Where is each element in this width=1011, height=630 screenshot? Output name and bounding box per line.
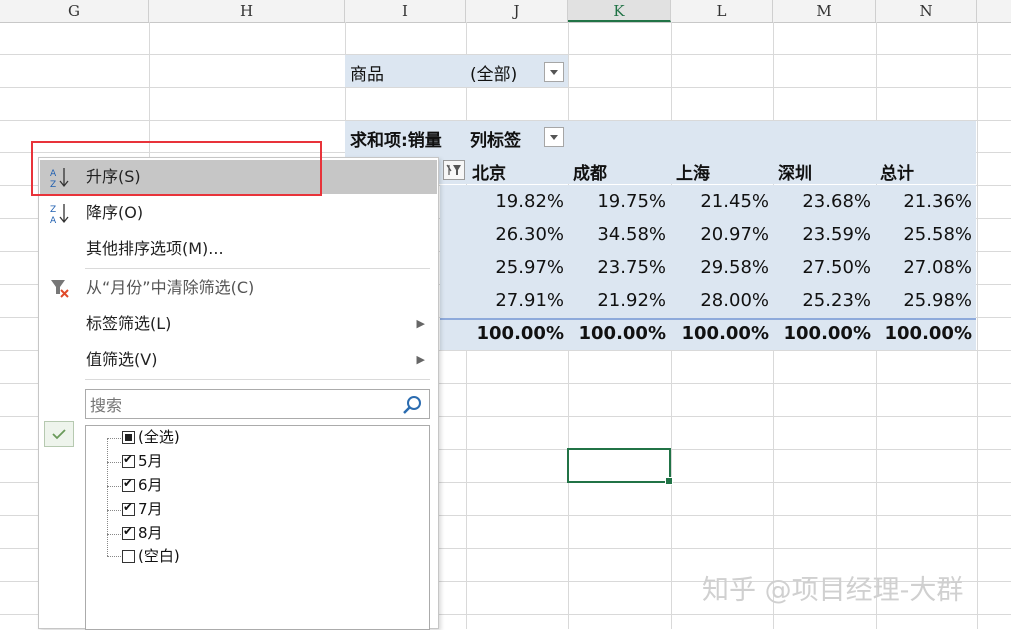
- menu-clear-filter[interactable]: 从“月份”中清除筛选(C): [40, 271, 437, 305]
- table-cell[interactable]: 25.97%: [472, 257, 564, 278]
- menu-separator: [85, 379, 430, 380]
- pivot-column-label: 列标签: [470, 131, 521, 151]
- table-cell[interactable]: 20.97%: [677, 224, 769, 245]
- column-label-dropdown-button[interactable]: [544, 127, 564, 147]
- check-icon: [52, 429, 66, 440]
- total-cell[interactable]: 100.00%: [677, 323, 770, 344]
- header-beijing: 北京: [472, 164, 506, 184]
- table-cell[interactable]: 29.58%: [677, 257, 769, 278]
- table-cell[interactable]: 19.82%: [472, 191, 564, 212]
- month-checkbox[interactable]: [122, 524, 135, 540]
- total-cell[interactable]: 100.00%: [574, 323, 667, 344]
- search-input[interactable]: [88, 392, 392, 418]
- submenu-arrow-icon: ▶: [416, 317, 425, 330]
- clear-filter-icon: [51, 280, 69, 298]
- list-item[interactable]: (全选): [138, 426, 180, 448]
- table-cell[interactable]: 19.75%: [574, 191, 666, 212]
- menu-label-filter-label: 标签筛选(L): [86, 314, 172, 333]
- table-cell[interactable]: 34.58%: [574, 224, 666, 245]
- table-cell[interactable]: 21.36%: [880, 191, 972, 212]
- menu-value-filter-label: 值筛选(V): [86, 350, 158, 369]
- list-item[interactable]: 8月: [138, 522, 163, 544]
- month-checkbox[interactable]: [122, 452, 135, 468]
- submenu-arrow-icon: ▶: [416, 353, 425, 366]
- column-header-m[interactable]: M: [773, 0, 876, 22]
- column-header-n[interactable]: N: [876, 0, 977, 22]
- menu-sort-descending[interactable]: Z A 降序(O): [40, 196, 437, 230]
- header-chengdu: 成都: [573, 164, 607, 184]
- list-item[interactable]: 5月: [138, 450, 163, 472]
- pivot-value-field: 求和项:销量: [350, 131, 442, 151]
- month-checkbox[interactable]: [122, 500, 135, 516]
- header-shanghai: 上海: [676, 164, 710, 184]
- header-shenzhen: 深圳: [778, 164, 812, 184]
- column-header-bar: G H I J K L M N: [0, 0, 1011, 23]
- column-header-h[interactable]: H: [149, 0, 345, 22]
- select-all-checkbox[interactable]: [122, 431, 135, 444]
- list-item[interactable]: (空白): [138, 545, 180, 567]
- menu-sort-descending-label: 降序(O): [86, 203, 144, 222]
- list-item[interactable]: 6月: [138, 474, 163, 496]
- filter-sort-menu: A Z 升序(S) Z A 降序(O) 其他排序选项(M)... 从“月份”中清…: [38, 157, 439, 630]
- total-cell[interactable]: 100.00%: [472, 323, 565, 344]
- menu-value-filter[interactable]: 值筛选(V) ▶: [40, 343, 437, 377]
- table-cell[interactable]: 28.00%: [677, 290, 769, 311]
- search-icon[interactable]: [401, 394, 423, 416]
- blank-checkbox[interactable]: [122, 550, 135, 563]
- sort-descending-icon: Z A: [50, 204, 69, 225]
- pivot-filter-field: 商品: [350, 65, 384, 85]
- filter-item-list: (全选) 5月 6月 7月 8月 (空白): [85, 425, 430, 630]
- table-cell[interactable]: 25.23%: [779, 290, 871, 311]
- column-header-j[interactable]: J: [466, 0, 568, 22]
- table-cell[interactable]: 23.68%: [779, 191, 871, 212]
- table-cell[interactable]: 23.59%: [779, 224, 871, 245]
- table-cell[interactable]: 27.08%: [880, 257, 972, 278]
- column-header-g[interactable]: G: [0, 0, 149, 22]
- month-checkbox[interactable]: [122, 476, 135, 492]
- menu-clear-filter-label: 从“月份”中清除筛选(C): [86, 278, 255, 297]
- column-header-l[interactable]: L: [671, 0, 773, 22]
- table-cell[interactable]: 23.75%: [574, 257, 666, 278]
- table-cell[interactable]: 21.92%: [574, 290, 666, 311]
- menu-more-sort-label: 其他排序选项(M)...: [86, 239, 224, 258]
- svg-text:A: A: [50, 216, 57, 225]
- active-cell-selection[interactable]: [567, 448, 673, 485]
- table-cell[interactable]: 26.30%: [472, 224, 564, 245]
- menu-label-filter[interactable]: 标签筛选(L) ▶: [40, 307, 437, 341]
- table-cell[interactable]: 25.58%: [880, 224, 972, 245]
- highlight-annotation-box: [31, 141, 322, 196]
- svg-text:Z: Z: [50, 205, 56, 215]
- filter-search-box[interactable]: [85, 389, 430, 419]
- column-header-i[interactable]: I: [345, 0, 466, 22]
- total-cell[interactable]: 100.00%: [779, 323, 872, 344]
- table-cell[interactable]: 27.50%: [779, 257, 871, 278]
- table-cell[interactable]: 25.98%: [880, 290, 972, 311]
- watermark: 知乎 @项目经理-大群: [702, 575, 964, 606]
- pivot-filter-value: (全部): [470, 65, 518, 85]
- total-divider: [440, 318, 976, 320]
- apply-check-button[interactable]: [44, 421, 74, 447]
- table-cell[interactable]: 27.91%: [472, 290, 564, 311]
- menu-more-sort-options[interactable]: 其他排序选项(M)...: [40, 232, 437, 266]
- total-cell[interactable]: 100.00%: [880, 323, 973, 344]
- menu-separator: [85, 268, 430, 269]
- list-item[interactable]: 7月: [138, 498, 163, 520]
- header-total: 总计: [880, 164, 914, 184]
- table-cell[interactable]: 21.45%: [677, 191, 769, 212]
- row-label-filter-icon[interactable]: [443, 160, 465, 180]
- filter-dropdown-button[interactable]: [544, 62, 564, 82]
- column-header-k[interactable]: K: [568, 0, 671, 22]
